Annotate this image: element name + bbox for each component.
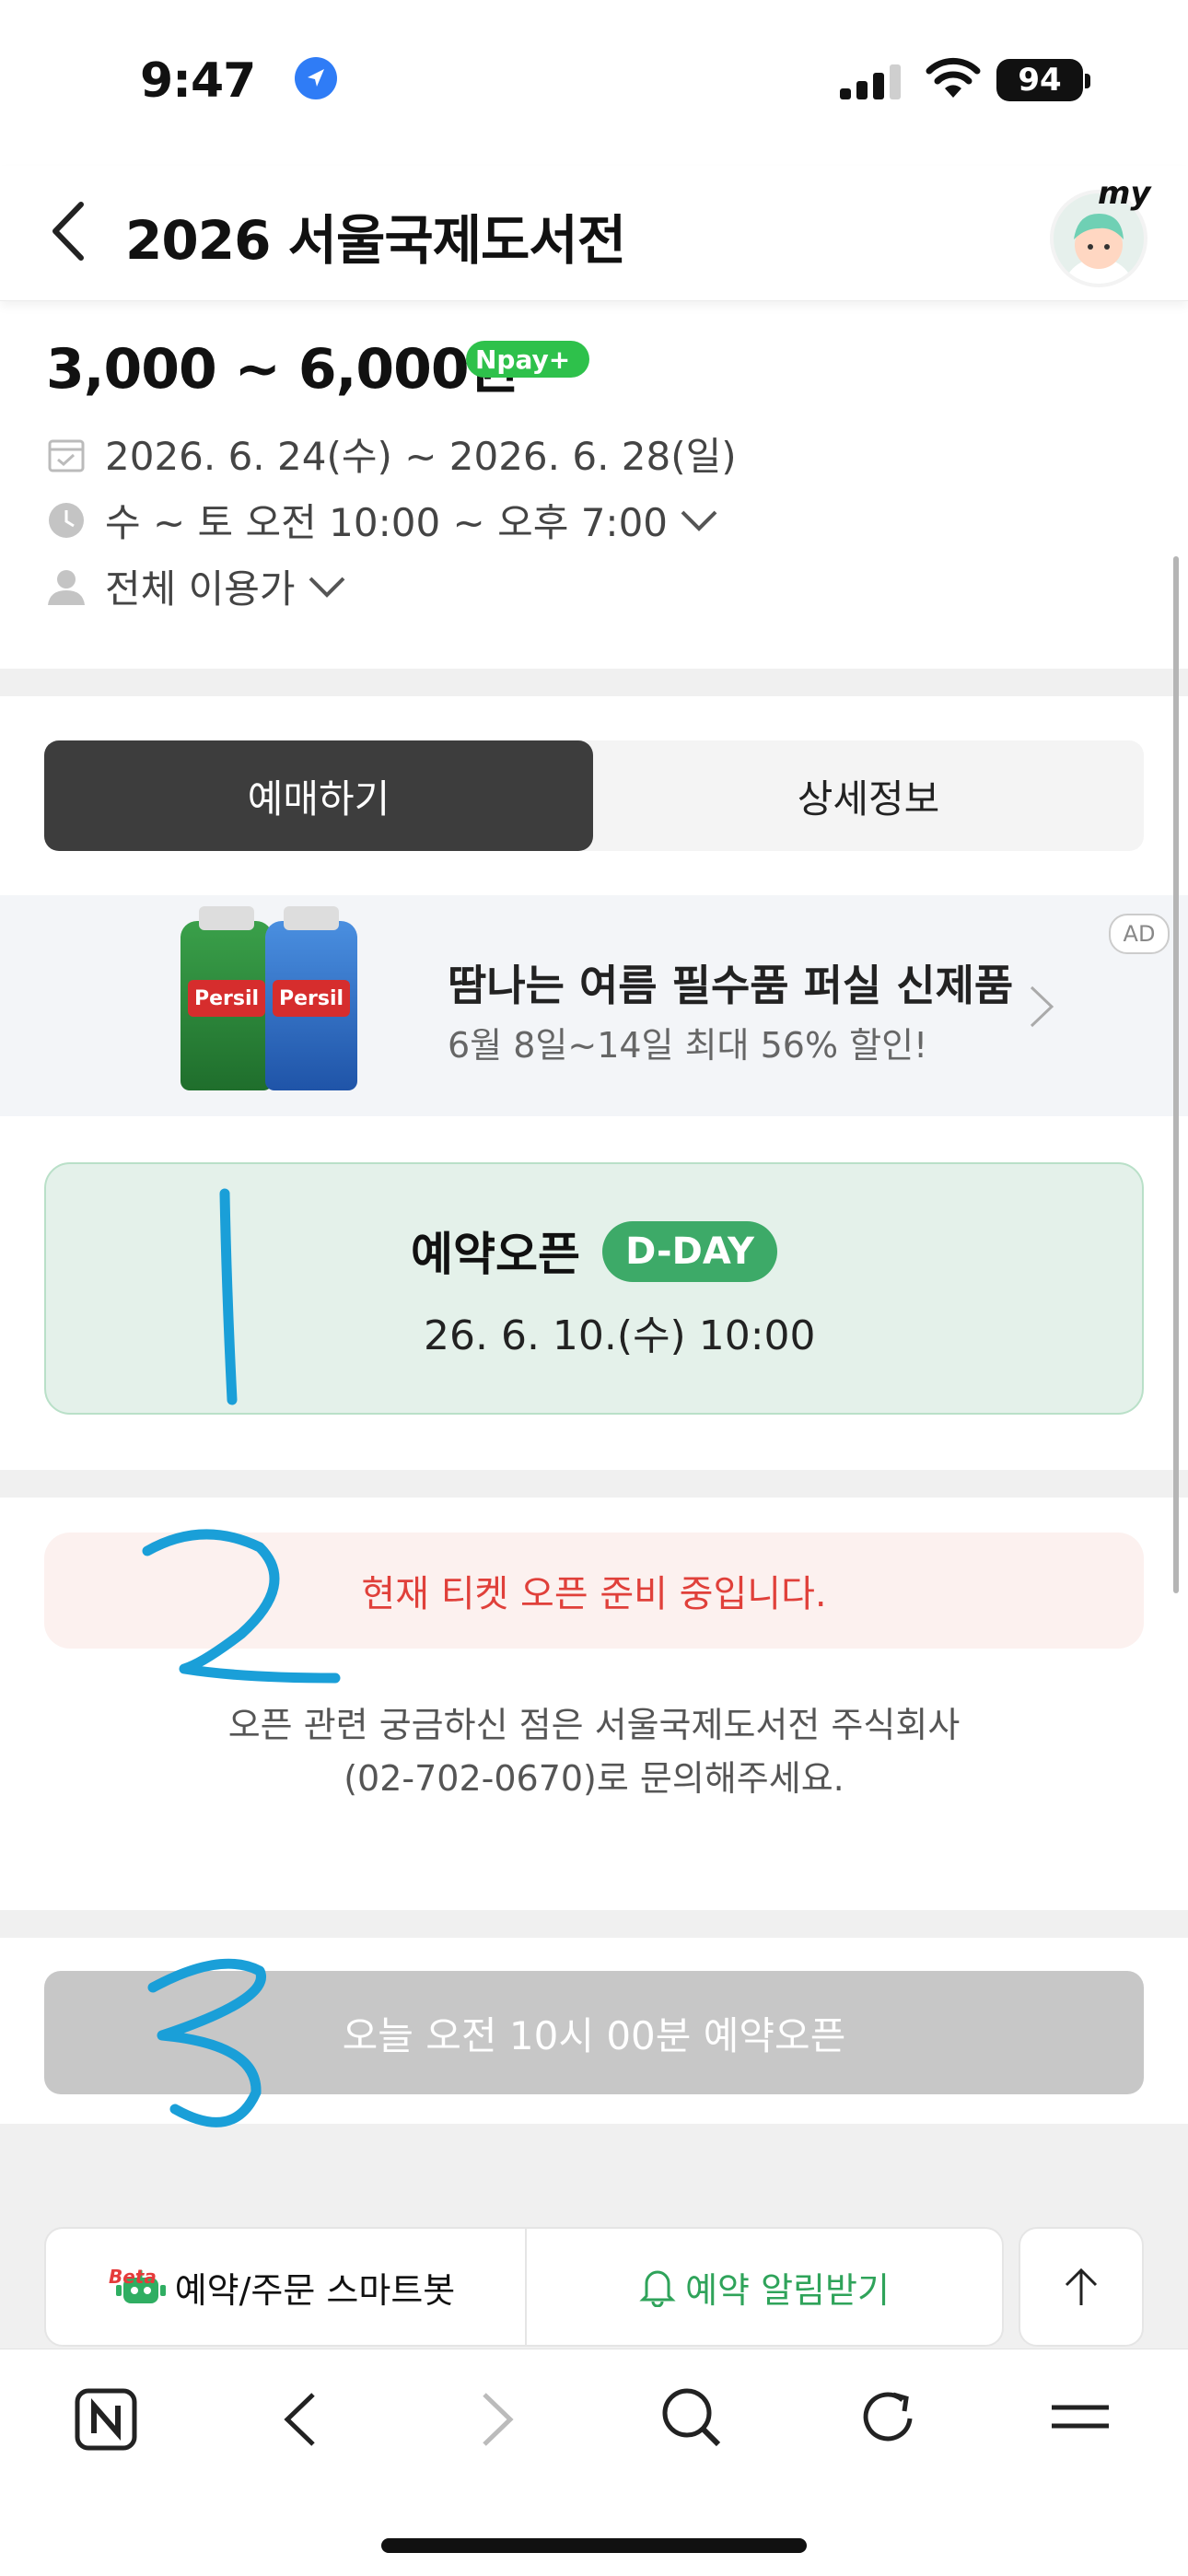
- cellular-signal-icon: [840, 64, 901, 99]
- battery-nub: [1085, 74, 1090, 88]
- operating-hours: 수 ~ 토 오전 10:00 ~ 오후 7:00: [105, 500, 669, 545]
- arrow-up-icon: [1065, 2267, 1098, 2305]
- audience-rating: 전체 이용가: [105, 566, 296, 612]
- detergent-bottle-blue: Persil: [265, 906, 357, 1090]
- tab-booking[interactable]: 예매하기: [44, 740, 593, 851]
- person-icon: [48, 569, 85, 605]
- browser-forward-icon[interactable]: [477, 2389, 518, 2450]
- date-range: 2026. 6. 24(수) ~ 2026. 6. 28(일): [105, 434, 737, 479]
- chevron-right-icon: [1030, 985, 1054, 1028]
- npay-badge: Npay+: [466, 341, 589, 378]
- chevron-down-icon: [681, 510, 717, 531]
- audience-row[interactable]: 전체 이용가: [46, 558, 347, 614]
- ad-subtitle: 6월 8일~14일 최대 56% 할인!: [448, 1025, 928, 1066]
- notify-label: 예약 알림받기: [685, 2269, 890, 2311]
- chevron-down-icon: [309, 577, 344, 598]
- brand-label: Persil: [188, 980, 265, 1017]
- browser-back-icon[interactable]: [280, 2389, 320, 2450]
- date-row: 2026. 6. 24(수) ~ 2026. 6. 28(일): [46, 425, 737, 482]
- menu-icon[interactable]: [1048, 2395, 1112, 2441]
- section-divider: [0, 669, 1188, 696]
- dday-badge: D-DAY: [602, 1221, 777, 1282]
- clock-icon: [49, 502, 84, 538]
- brand-label: Persil: [273, 980, 350, 1017]
- notify-button[interactable]: 예약 알림받기: [525, 2227, 1004, 2347]
- wifi-icon: [926, 57, 981, 98]
- search-icon[interactable]: [659, 2385, 724, 2450]
- back-chevron-icon[interactable]: [46, 199, 92, 263]
- ticket-notice: 현재 티켓 오픈 준비 중입니다.: [44, 1533, 1144, 1649]
- ad-title: 땀나는 여름 필수품 퍼실 신제품: [448, 961, 1014, 1010]
- home-indicator: [381, 2538, 807, 2553]
- reservation-open-card: [44, 1162, 1144, 1415]
- section-divider: [0, 1910, 1188, 1938]
- scroll-top-button[interactable]: [1019, 2227, 1144, 2347]
- my-badge: my: [1098, 175, 1151, 212]
- reservation-open-button[interactable]: 오늘 오전 10시 00분 예약오픈: [44, 1971, 1144, 2094]
- bell-icon: [639, 2270, 676, 2307]
- status-time: 9:47: [140, 53, 256, 109]
- beta-badge: Beta: [109, 2266, 157, 2288]
- hours-row[interactable]: 수 ~ 토 오전 10:00 ~ 오후 7:00: [46, 492, 719, 548]
- naver-home-icon[interactable]: [74, 2387, 138, 2452]
- contact-line-1: 오픈 관련 궁금하신 점은 서울국제도서전 주식회사: [227, 1705, 961, 1745]
- battery-indicator: 94: [996, 59, 1083, 101]
- tab-details[interactable]: 상세정보: [593, 740, 1144, 851]
- price-range: 3,000 ~ 6,000원: [46, 337, 519, 402]
- reservation-open-datetime: 26. 6. 10.(수) 10:00: [424, 1312, 816, 1359]
- ad-badge: AD: [1109, 914, 1170, 954]
- reservation-open-label: 예약오픈: [411, 1228, 580, 1281]
- page-title: 2026 서울국제도서전: [125, 209, 626, 272]
- location-arrow-icon: [295, 57, 337, 99]
- reload-icon[interactable]: [856, 2385, 921, 2450]
- smartbot-label: 예약/주문 스마트봇: [174, 2269, 456, 2311]
- scrollbar[interactable]: [1173, 556, 1179, 1593]
- calendar-icon: [48, 439, 85, 472]
- section-divider: [0, 1470, 1188, 1498]
- contact-line-2: (02-702-0670)로 문의해주세요.: [344, 1758, 844, 1799]
- detergent-bottle-green: Persil: [181, 906, 273, 1090]
